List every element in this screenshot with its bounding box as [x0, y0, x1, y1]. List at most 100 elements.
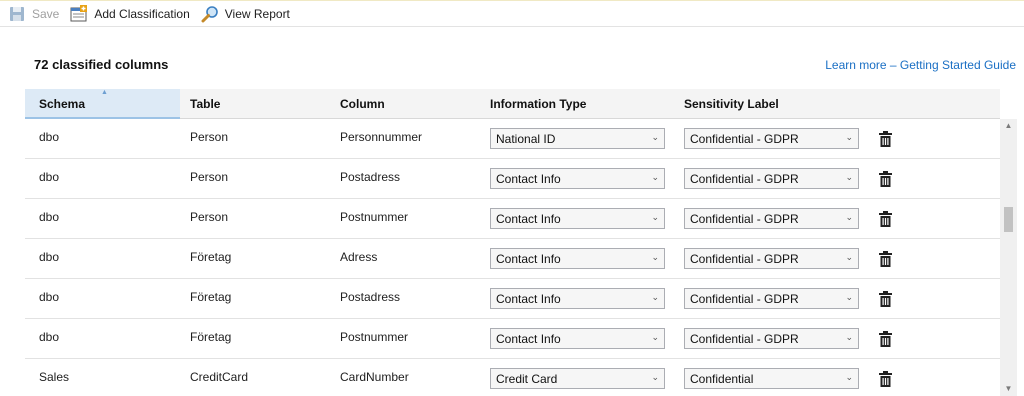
sensitivity-label-value: Confidential - GDPR: [690, 331, 799, 346]
vertical-scrollbar[interactable]: ▲ ▼: [1000, 119, 1017, 396]
cell-schema: dbo: [39, 130, 60, 144]
chevron-down-icon: ⌄: [845, 372, 853, 382]
sort-ascending-icon: ▲: [101, 89, 108, 96]
add-classification-label: Add Classification: [94, 6, 190, 21]
chevron-down-icon: ⌄: [845, 292, 853, 302]
table-row[interactable]: dbo Person Personnummer National ID ⌄ Confide…: [25, 119, 1000, 159]
scroll-down-icon[interactable]: ▼: [1000, 382, 1017, 396]
header-column[interactable]: Column: [340, 97, 385, 111]
save-label: Save: [32, 6, 60, 21]
sensitivity-label-dropdown[interactable]: Confidential - GDPR ⌄: [684, 248, 859, 269]
grid-header: ▲ Schema Table Column Information Type S…: [25, 89, 1000, 119]
view-report-button[interactable]: View Report: [197, 3, 294, 25]
view-report-label: View Report: [224, 6, 290, 21]
table-row[interactable]: Sales CreditCard CardNumber Credit Card ⌄ Con…: [25, 359, 1000, 396]
add-classification-icon: [70, 4, 88, 23]
scroll-up-icon[interactable]: ▲: [1000, 119, 1017, 133]
chevron-down-icon: ⌄: [651, 372, 659, 382]
cell-table: Företag: [190, 290, 232, 304]
trash-icon[interactable]: [879, 131, 892, 147]
add-classification-button[interactable]: Add Classification: [66, 3, 193, 25]
cell-column: Postadress: [340, 170, 401, 184]
cell-table: Person: [190, 170, 229, 184]
cell-column: Adress: [340, 250, 378, 264]
sensitivity-label-dropdown[interactable]: Confidential - GDPR ⌄: [684, 288, 859, 309]
chevron-down-icon: ⌄: [845, 252, 853, 262]
trash-icon[interactable]: [879, 171, 892, 187]
table-row[interactable]: dbo Företag Postnummer Contact Info ⌄ Confide…: [25, 319, 1000, 359]
cell-column: Postnummer: [340, 210, 409, 224]
cell-schema: Sales: [39, 370, 70, 384]
information-type-value: Contact Info: [496, 291, 561, 306]
cell-table: Företag: [190, 250, 232, 264]
information-type-dropdown[interactable]: Contact Info ⌄: [490, 288, 665, 309]
sensitivity-label-value: Confidential - GDPR: [690, 251, 799, 266]
sensitivity-label-value: Confidential: [690, 371, 754, 386]
cell-table: Person: [190, 130, 229, 144]
toolbar: Save Add Classification View Report: [0, 0, 1024, 27]
information-type-value: National ID: [496, 131, 556, 146]
information-type-dropdown[interactable]: Contact Info ⌄: [490, 248, 665, 269]
information-type-value: Contact Info: [496, 211, 561, 226]
scrollbar-thumb[interactable]: [1004, 207, 1013, 232]
sensitivity-label-dropdown[interactable]: Confidential - GDPR ⌄: [684, 168, 859, 189]
cell-schema: dbo: [39, 290, 60, 304]
save-icon: [8, 5, 26, 23]
information-type-dropdown[interactable]: National ID ⌄: [490, 128, 665, 149]
header-table[interactable]: Table: [190, 97, 220, 111]
chevron-down-icon: ⌄: [651, 332, 659, 342]
sensitivity-label-value: Confidential - GDPR: [690, 131, 799, 146]
information-type-dropdown[interactable]: Contact Info ⌄: [490, 168, 665, 189]
cell-schema: dbo: [39, 210, 60, 224]
header-sensitivity-label[interactable]: Sensitivity Label: [684, 97, 779, 111]
trash-icon[interactable]: [879, 291, 892, 307]
information-type-dropdown[interactable]: Credit Card ⌄: [490, 368, 665, 389]
chevron-down-icon: ⌄: [845, 132, 853, 142]
cell-table: Person: [190, 210, 229, 224]
magnifier-icon: [201, 5, 219, 23]
information-type-dropdown[interactable]: Contact Info ⌄: [490, 208, 665, 229]
sensitivity-label-value: Confidential - GDPR: [690, 211, 799, 226]
sensitivity-label-value: Confidential - GDPR: [690, 291, 799, 306]
trash-icon[interactable]: [879, 251, 892, 267]
cell-column: CardNumber: [340, 370, 409, 384]
header-information-type[interactable]: Information Type: [490, 97, 586, 111]
information-type-value: Contact Info: [496, 331, 561, 346]
cell-column: Postnummer: [340, 330, 409, 344]
sensitivity-label-value: Confidential - GDPR: [690, 171, 799, 186]
chevron-down-icon: ⌄: [651, 252, 659, 262]
cell-schema: dbo: [39, 170, 60, 184]
sensitivity-label-dropdown[interactable]: Confidential - GDPR ⌄: [684, 208, 859, 229]
cell-column: Postadress: [340, 290, 401, 304]
table-row[interactable]: dbo Person Postadress Contact Info ⌄ Confiden…: [25, 159, 1000, 199]
chevron-down-icon: ⌄: [651, 292, 659, 302]
table-row[interactable]: dbo Företag Adress Contact Info ⌄ Confidentia…: [25, 239, 1000, 279]
cell-table: CreditCard: [190, 370, 249, 384]
classification-grid: ▲ Schema Table Column Information Type S…: [25, 89, 1000, 396]
information-type-value: Credit Card: [496, 371, 558, 386]
information-type-value: Contact Info: [496, 171, 561, 186]
sensitivity-label-dropdown[interactable]: Confidential - GDPR ⌄: [684, 328, 859, 349]
table-row[interactable]: dbo Person Postnummer Contact Info ⌄ Confiden…: [25, 199, 1000, 239]
cell-schema: dbo: [39, 330, 60, 344]
trash-icon[interactable]: [879, 331, 892, 347]
cell-table: Företag: [190, 330, 232, 344]
table-row[interactable]: dbo Företag Postadress Contact Info ⌄ Confide…: [25, 279, 1000, 319]
save-button[interactable]: Save: [4, 3, 63, 25]
sensitivity-label-dropdown[interactable]: Confidential ⌄: [684, 368, 859, 389]
cell-column: Personnummer: [340, 130, 423, 144]
chevron-down-icon: ⌄: [651, 212, 659, 222]
chevron-down-icon: ⌄: [845, 332, 853, 342]
information-type-dropdown[interactable]: Contact Info ⌄: [490, 328, 665, 349]
header-schema[interactable]: Schema: [39, 97, 85, 111]
cell-schema: dbo: [39, 250, 60, 264]
trash-icon[interactable]: [879, 211, 892, 227]
chevron-down-icon: ⌄: [845, 212, 853, 222]
chevron-down-icon: ⌄: [651, 132, 659, 142]
information-type-value: Contact Info: [496, 251, 561, 266]
chevron-down-icon: ⌄: [651, 172, 659, 182]
chevron-down-icon: ⌄: [845, 172, 853, 182]
getting-started-link[interactable]: Learn more – Getting Started Guide: [825, 58, 1016, 72]
trash-icon[interactable]: [879, 371, 892, 387]
sensitivity-label-dropdown[interactable]: Confidential - GDPR ⌄: [684, 128, 859, 149]
